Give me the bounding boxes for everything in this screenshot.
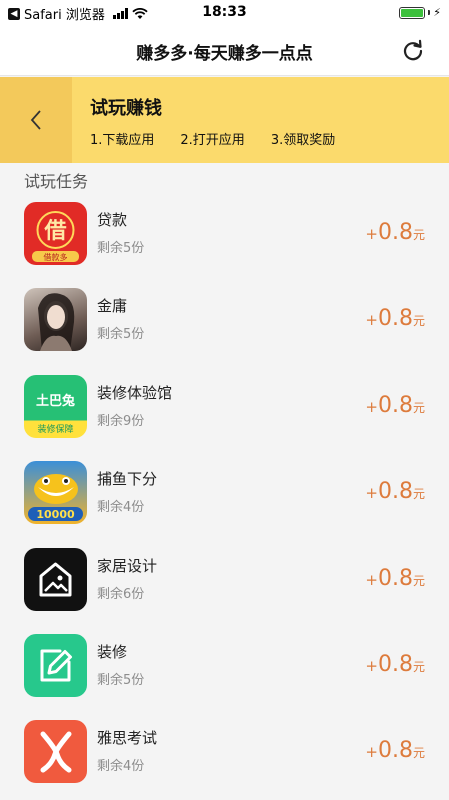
reward-amount: +0.8元 <box>365 652 425 677</box>
task-item[interactable]: 家居设计 剩余6份 +0.8元 <box>0 545 449 631</box>
task-remaining: 剩余9份 <box>97 413 145 429</box>
reward-plus: + <box>365 311 378 330</box>
house-picture-icon <box>24 547 87 611</box>
task-list: 借 借款多 贷款 剩余5份 +0.8元 金庸 剩余5份 +0.8元 土巴兔 装修… <box>0 199 449 800</box>
nav-bar: 赚多多·每天赚多一点点 <box>0 26 449 76</box>
reward-unit: 元 <box>412 487 425 502</box>
reward-unit: 元 <box>412 400 425 415</box>
task-name: 装修 <box>97 642 128 661</box>
task-item[interactable]: 借 借款多 贷款 剩余5份 +0.8元 <box>0 199 449 285</box>
steps: 1.下载应用 2.打开应用 3.领取奖励 <box>90 129 335 148</box>
reward-unit: 元 <box>412 573 425 588</box>
reward-value: 0.8 <box>377 565 413 591</box>
loan-icon-glyph: 借 <box>43 219 66 244</box>
tubatu-icon: 土巴兔 装修保障 <box>24 374 87 438</box>
reward-unit: 元 <box>412 228 425 242</box>
task-name: 贷款 <box>97 211 128 229</box>
task-remaining: 剩余5份 <box>97 672 145 688</box>
task-item[interactable]: 10000 捕鱼下分 剩余4份 +0.8元 <box>0 458 449 544</box>
reward-amount: +0.8元 <box>365 393 425 418</box>
reward-plus: + <box>365 743 378 762</box>
task-item[interactable]: 土巴兔 装修保障 装修体验馆 剩余9份 +0.8元 <box>0 372 449 458</box>
task-remaining: 剩余5份 <box>97 241 145 256</box>
fish-game-icon-glyph: 10000 <box>36 508 75 521</box>
reward-plus: + <box>365 225 378 243</box>
edit-pencil-icon <box>24 633 87 697</box>
status-bar: ◀ Safari 浏览器 18:33 ⚡ <box>0 0 449 26</box>
task-remaining: 剩余5份 <box>97 327 145 343</box>
status-right: ⚡ <box>399 6 441 19</box>
reward-amount: +0.8元 <box>365 566 425 591</box>
task-name: 装修体验馆 <box>97 383 173 402</box>
game-portrait-icon <box>24 288 87 352</box>
task-item[interactable]: 金庸 剩余5份 +0.8元 <box>0 285 449 371</box>
step-download: 1.下载应用 <box>90 133 155 148</box>
task-name: 金庸 <box>97 297 128 316</box>
page-title: 赚多多·每天赚多一点点 <box>136 44 313 64</box>
reward-amount: +0.8元 <box>365 479 425 504</box>
task-item[interactable]: 雅思考试 剩余4份 +0.8元 <box>0 717 449 800</box>
task-item[interactable]: 装修 剩余5份 +0.8元 <box>0 631 449 717</box>
loan-icon-caption: 借款多 <box>44 252 68 262</box>
refresh-icon[interactable] <box>401 39 425 63</box>
reward-unit: 元 <box>412 746 425 761</box>
reward-value: 0.8 <box>377 306 413 332</box>
task-name: 雅思考试 <box>97 729 158 748</box>
loan-icon: 借 借款多 <box>24 202 87 265</box>
fish-game-icon: 10000 <box>24 461 87 525</box>
reward-plus: + <box>365 484 378 503</box>
chevron-left-icon <box>30 110 41 130</box>
tubatu-icon-caption: 装修保障 <box>37 423 73 435</box>
reward-value: 0.8 <box>377 392 413 418</box>
section-title: 试玩任务 <box>24 172 89 191</box>
battery-cap <box>428 10 431 15</box>
step-claim: 3.领取奖励 <box>270 133 336 148</box>
charging-icon: ⚡ <box>433 6 441 19</box>
reward-value: 0.8 <box>377 220 413 245</box>
task-name: 家居设计 <box>97 556 158 575</box>
reward-amount: +0.8元 <box>365 738 425 763</box>
reward-value: 0.8 <box>377 651 413 677</box>
step-open: 2.打开应用 <box>180 133 245 148</box>
battery-icon <box>399 6 426 19</box>
reward-value: 0.8 <box>377 479 413 505</box>
reward-plus: + <box>365 656 378 675</box>
ielts-x-icon <box>24 720 87 784</box>
back-button[interactable] <box>0 77 72 163</box>
reward-unit: 元 <box>412 314 425 329</box>
reward-unit: 元 <box>412 659 425 674</box>
task-remaining: 剩余4份 <box>97 500 145 516</box>
task-name: 捕鱼下分 <box>97 470 158 489</box>
tubatu-icon-glyph: 土巴兔 <box>36 393 75 409</box>
task-remaining: 剩余6份 <box>97 586 145 602</box>
status-time: 18:33 <box>202 4 247 20</box>
reward-amount: +0.8元 <box>365 306 425 331</box>
header-title: 试玩赚钱 <box>90 98 162 119</box>
reward-plus: + <box>365 397 378 416</box>
task-header: 试玩赚钱 1.下载应用 2.打开应用 3.领取奖励 <box>0 77 449 163</box>
reward-value: 0.8 <box>377 738 413 764</box>
reward-amount: +0.8元 <box>365 220 425 245</box>
reward-plus: + <box>365 570 378 589</box>
task-remaining: 剩余4份 <box>97 759 145 775</box>
